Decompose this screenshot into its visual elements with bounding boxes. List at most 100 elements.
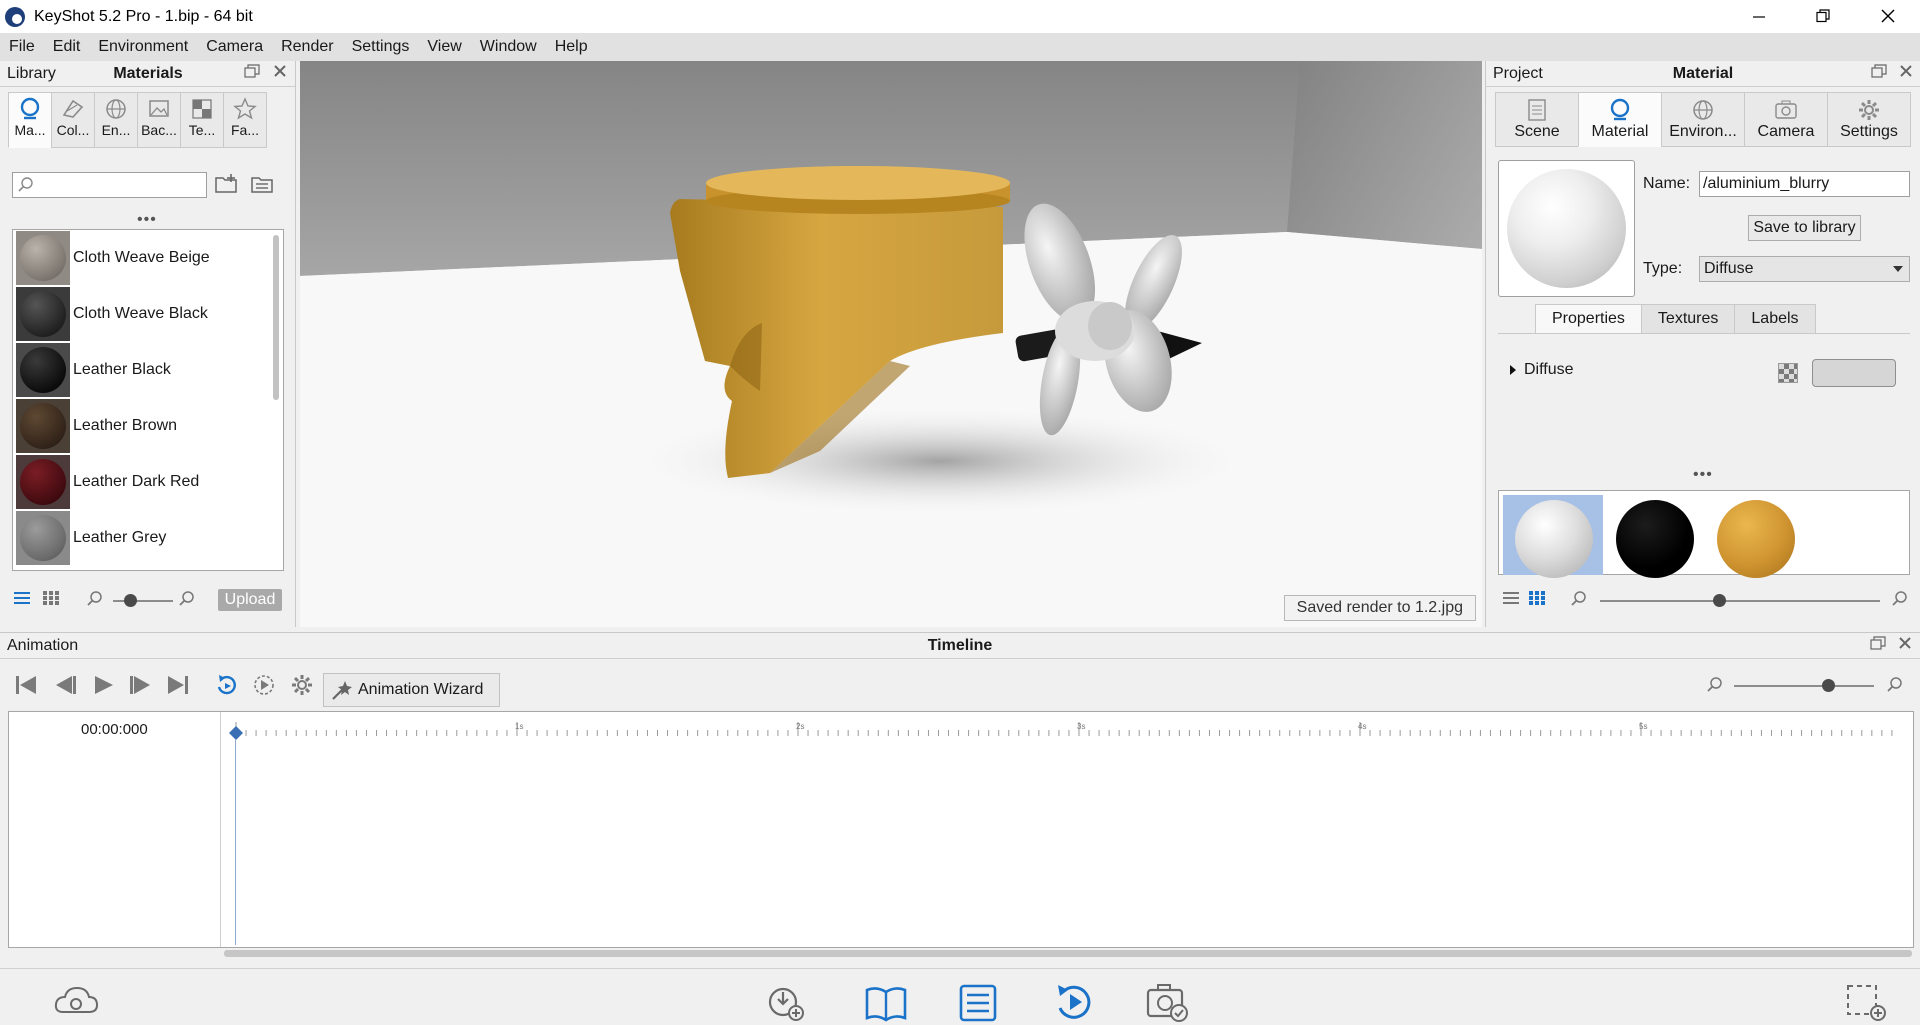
project-list-icon[interactable]	[954, 981, 1002, 1023]
list-item[interactable]: Leather Dark Red	[13, 454, 283, 510]
skip-to-start-icon[interactable]	[12, 671, 40, 699]
loop-icon[interactable]	[213, 671, 241, 699]
material-type-select[interactable]: Diffuse	[1699, 256, 1910, 282]
material-thumb-wood[interactable]	[1705, 495, 1805, 578]
library-scrollbar[interactable]	[273, 235, 279, 400]
upload-button[interactable]: Upload	[218, 589, 282, 611]
tab-environments[interactable]: En...	[94, 92, 138, 148]
library-more-handle[interactable]: •••	[137, 211, 157, 229]
tab-label: Te...	[188, 122, 216, 138]
tab-properties[interactable]: Properties	[1535, 304, 1642, 334]
close-window-button[interactable]	[1856, 0, 1920, 32]
zoom-in-icon[interactable]	[1891, 590, 1909, 613]
list-item[interactable]: Leather Brown	[13, 398, 283, 454]
play-icon[interactable]	[89, 671, 117, 699]
close-panel-icon[interactable]	[270, 64, 290, 83]
minimize-button[interactable]	[1727, 0, 1791, 32]
menu-edit[interactable]: Edit	[44, 33, 90, 61]
float-panel-icon[interactable]	[1869, 64, 1889, 83]
list-view-icon[interactable]	[13, 590, 31, 611]
menu-view[interactable]: View	[418, 33, 470, 61]
menu-file[interactable]: File	[0, 33, 44, 61]
zoom-in-icon[interactable]	[1881, 671, 1909, 699]
panel-more-handle[interactable]: •••	[1693, 466, 1713, 484]
zoom-out-icon[interactable]	[1570, 590, 1588, 613]
timeline-zoom-knob[interactable]	[1822, 679, 1835, 692]
step-forward-icon[interactable]	[126, 671, 154, 699]
search-icon	[17, 176, 35, 199]
thumb-size-slider[interactable]	[113, 600, 173, 602]
list-item[interactable]: Leather Grey	[13, 510, 283, 566]
save-to-library-button[interactable]: Save to library	[1748, 215, 1861, 241]
render-viewport[interactable]: Saved render to 1.2.jpg	[300, 61, 1482, 627]
grid-view-icon[interactable]	[42, 590, 60, 611]
timeline-track-area[interactable]: 00:00:000 1s 2s 3s 4s 5s	[8, 711, 1914, 948]
screenshot-region-icon[interactable]	[1843, 981, 1891, 1023]
material-ball	[1616, 500, 1694, 578]
restore-button[interactable]	[1791, 0, 1855, 32]
skip-to-end-icon[interactable]	[164, 671, 192, 699]
thumb-size-slider-knob[interactable]	[1713, 594, 1726, 607]
menu-environment[interactable]: Environment	[89, 33, 197, 61]
close-panel-icon[interactable]	[1896, 64, 1916, 83]
tab-material[interactable]: Material	[1578, 92, 1662, 147]
folder-options-icon[interactable]	[250, 172, 276, 201]
step-back-icon[interactable]	[52, 671, 80, 699]
menu-camera[interactable]: Camera	[197, 33, 272, 61]
timeline-horizontal-scrollbar[interactable]	[224, 950, 1912, 957]
close-panel-icon[interactable]	[1895, 636, 1915, 655]
cloud-library-icon[interactable]	[52, 981, 100, 1023]
tab-label: Material	[1591, 123, 1649, 140]
gear-icon[interactable]	[288, 671, 316, 699]
material-thumb-aluminium[interactable]	[1503, 495, 1603, 578]
library-search-input[interactable]	[12, 172, 207, 198]
list-view-icon[interactable]	[1502, 590, 1520, 611]
animation-play-icon[interactable]	[1050, 981, 1098, 1023]
tab-environment[interactable]: Environ...	[1661, 92, 1745, 147]
menu-render[interactable]: Render	[272, 33, 342, 61]
zoom-out-icon[interactable]	[1701, 671, 1729, 699]
timeline-zoom-slider[interactable]	[1734, 685, 1874, 687]
list-item[interactable]: Cloth Weave Black	[13, 286, 283, 342]
menu-settings[interactable]: Settings	[343, 33, 419, 61]
float-panel-icon[interactable]	[1868, 636, 1888, 655]
grid-view-icon[interactable]	[1528, 590, 1546, 611]
library-book-icon[interactable]	[862, 981, 910, 1023]
list-item[interactable]: Leather Black	[13, 342, 283, 398]
material-name-input[interactable]: /aluminium_blurry	[1699, 171, 1910, 197]
menu-window[interactable]: Window	[471, 33, 546, 61]
zoom-in-icon[interactable]	[178, 590, 196, 613]
diffuse-property[interactable]: Diffuse	[1510, 361, 1574, 379]
expand-arrow-icon[interactable]	[1510, 365, 1516, 375]
tab-labels[interactable]: Labels	[1734, 304, 1816, 334]
material-label: Leather Dark Red	[73, 473, 200, 490]
tab-textures[interactable]: Te...	[180, 92, 224, 148]
record-icon[interactable]	[250, 671, 278, 699]
render-icon[interactable]	[1144, 981, 1192, 1023]
animation-wizard-button[interactable]: Animation Wizard	[323, 673, 500, 707]
import-icon[interactable]	[764, 981, 812, 1023]
material-thumbnail	[16, 287, 70, 341]
texture-map-icon[interactable]	[1778, 363, 1798, 383]
tab-colors[interactable]: Col...	[51, 92, 95, 148]
tab-settings[interactable]: Settings	[1827, 92, 1911, 147]
tab-camera[interactable]: Camera	[1744, 92, 1828, 147]
thumb-size-slider-knob[interactable]	[124, 594, 137, 607]
menu-help[interactable]: Help	[546, 33, 597, 61]
diffuse-color-swatch[interactable]	[1812, 359, 1896, 387]
zoom-out-icon[interactable]	[86, 590, 104, 613]
tab-backplates[interactable]: Bac...	[137, 92, 181, 148]
tab-textures[interactable]: Textures	[1640, 304, 1736, 334]
tab-materials[interactable]: Ma...	[8, 92, 52, 148]
tab-scene[interactable]: Scene	[1495, 92, 1579, 147]
tab-favorites[interactable]: Fa...	[223, 92, 267, 148]
float-panel-icon[interactable]	[242, 64, 262, 83]
thumb-size-slider[interactable]	[1600, 600, 1880, 602]
tab-label: Bac...	[141, 122, 177, 138]
timeline-ruler: 1s 2s 3s 4s 5s	[235, 722, 1893, 736]
material-preview[interactable]	[1498, 160, 1635, 297]
material-thumb-black[interactable]	[1604, 495, 1704, 578]
add-folder-icon[interactable]	[214, 172, 240, 201]
list-item[interactable]: Cloth Weave Beige	[13, 230, 283, 286]
playhead-marker[interactable]	[229, 726, 243, 742]
